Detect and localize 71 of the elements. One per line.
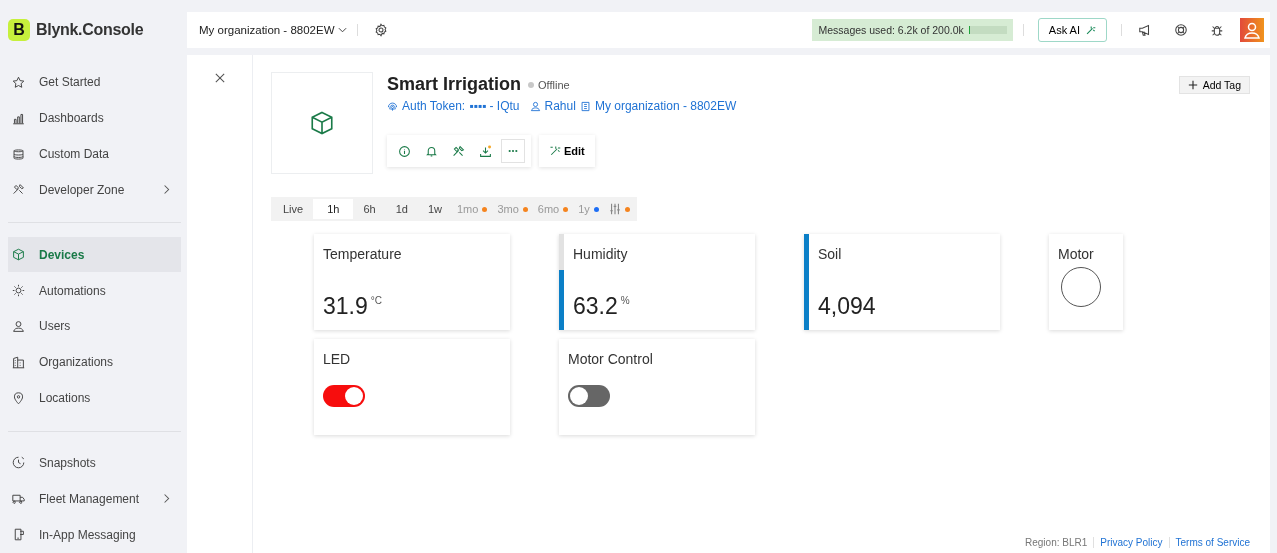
sidebar-item[interactable]: In-App Messaging: [8, 517, 181, 553]
plus-icon: [1187, 80, 1198, 90]
sun-icon: [12, 284, 25, 298]
widget-title: Temperature: [323, 246, 403, 262]
sidebar-item[interactable]: Automations: [8, 273, 181, 309]
widget-value: 31.9: [323, 295, 368, 318]
unit-label: %: [620, 295, 630, 306]
time-range-tab[interactable]: 1d: [385, 199, 418, 219]
star-icon: [12, 75, 25, 89]
fingerprint-icon: [387, 100, 398, 112]
sidebar-item[interactable]: Custom Data: [8, 136, 181, 172]
truck-icon: [12, 492, 25, 506]
unit-label: °C: [370, 295, 382, 306]
region-label: Region: BLR1: [1025, 537, 1088, 548]
database-icon: [12, 147, 25, 161]
sidebar-item[interactable]: Developer Zone: [8, 172, 181, 208]
time-range-tab[interactable]: Live: [273, 199, 314, 219]
sidebar-item[interactable]: Dashboards: [8, 100, 181, 136]
user-icon: [529, 100, 541, 112]
lifebuoy-icon[interactable]: [1174, 23, 1188, 37]
sidebar-item[interactable]: Get Started: [8, 65, 181, 100]
auth-token-link[interactable]: ▪▪▪▪ - IQtu: [469, 99, 520, 113]
widget-value: 4,094: [818, 295, 876, 318]
sidebar-item[interactable]: Snapshots: [8, 445, 181, 481]
auth-token-label: Auth Token:: [402, 99, 466, 113]
messages-text: Messages used: 6.2k of 200.0k: [818, 24, 964, 36]
sidebar-item[interactable]: Users: [8, 309, 181, 344]
footer-link[interactable]: Terms of Service: [1175, 537, 1250, 548]
organization-link[interactable]: My organization - 8802EW: [594, 99, 737, 113]
toggle-switch[interactable]: [323, 385, 365, 407]
time-range-tab[interactable]: 1h: [313, 199, 354, 219]
widget-title: Motor Control: [568, 351, 654, 367]
widget-title: Motor: [1058, 246, 1095, 262]
device-name: Smart Irrigation: [387, 74, 522, 95]
close-icon[interactable]: [214, 73, 225, 83]
owner-link[interactable]: Rahul: [544, 99, 576, 113]
edit-button[interactable]: Edit: [539, 135, 595, 167]
wand-icon: [1085, 24, 1096, 36]
sidebar-item[interactable]: Devices: [8, 237, 181, 273]
device-status: Offline: [538, 78, 570, 91]
widget-title: LED: [323, 351, 352, 367]
caret-icon: [337, 27, 347, 33]
avatar-icon[interactable]: [1240, 18, 1264, 42]
add-tag-button[interactable]: Add Tag: [1178, 76, 1250, 94]
sidebar-item[interactable]: Organizations: [8, 344, 181, 380]
cube-icon: [309, 110, 335, 136]
sidebar-item[interactable]: Locations: [8, 380, 181, 416]
sidebar-item[interactable]: Fleet Management: [8, 481, 181, 517]
time-range-tab[interactable]: 6h: [353, 199, 386, 219]
footer-link[interactable]: Privacy Policy: [1100, 537, 1163, 548]
ask-ai-button[interactable]: Ask AI: [1037, 18, 1107, 42]
settings-icon[interactable]: [373, 23, 388, 37]
brand-name: Blynk.Console: [36, 21, 144, 39]
pin-icon: [12, 391, 25, 405]
widget-title: Humidity: [573, 246, 629, 262]
time-range-tab[interactable]: 1w: [417, 199, 452, 219]
tools-icon: [12, 183, 25, 197]
cube-icon: [12, 248, 25, 262]
widget-title: Soil: [818, 246, 843, 262]
wand-icon: [549, 145, 561, 157]
toggle-switch[interactable]: [568, 385, 610, 407]
sliders-icon: [608, 203, 621, 215]
megaphone-icon[interactable]: [1138, 23, 1152, 37]
clock-icon: [12, 456, 25, 470]
more-icon: [508, 149, 518, 153]
logo-badge: B: [8, 19, 30, 41]
widget-value: 63.2: [573, 295, 618, 318]
chart-icon: [12, 111, 25, 125]
bug-icon[interactable]: [1210, 23, 1224, 37]
organization-dropdown[interactable]: My organization - 8802EW: [199, 24, 347, 36]
user-icon: [12, 319, 25, 333]
